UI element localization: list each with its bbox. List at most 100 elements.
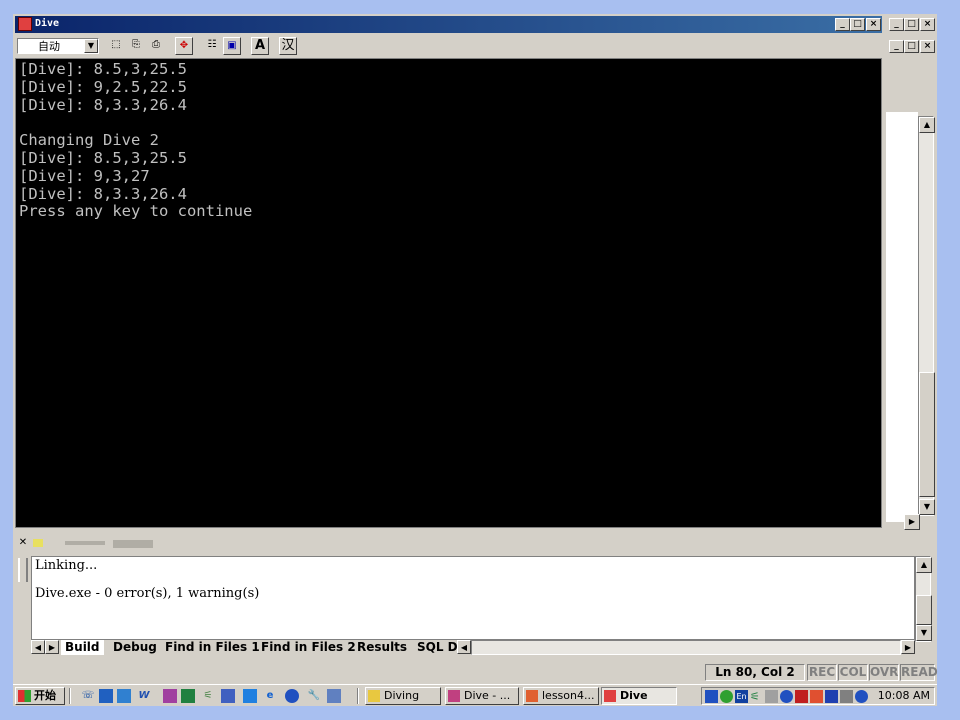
tray-app-icon[interactable] — [705, 690, 718, 703]
chevron-down-icon[interactable]: ▼ — [84, 39, 98, 53]
task-label: Diving — [384, 689, 420, 702]
font-size-select[interactable]: 自动 ▼ — [17, 38, 99, 54]
input-language-icon[interactable]: En — [735, 690, 748, 703]
console-toolbar: 自动 ▼ ⬚ ⎘ ⎙ ✥ ☷ ▣ A 汉 — [15, 35, 882, 57]
maximize-button[interactable]: □ — [850, 18, 865, 31]
start-button[interactable]: 开始 — [15, 687, 65, 705]
tray-app-icon[interactable] — [855, 690, 868, 703]
mark-icon[interactable]: ⬚ — [107, 37, 125, 55]
task-lesson4[interactable]: lesson4... — [523, 687, 599, 705]
copy-icon[interactable]: ⎘ — [127, 37, 145, 55]
tab-scroll-right-icon[interactable]: ▶ — [45, 640, 59, 654]
tray-app-icon[interactable] — [810, 690, 823, 703]
chinese-ime-icon[interactable]: 汉 — [279, 37, 297, 55]
folder-icon — [368, 690, 380, 702]
tray-app-icon[interactable] — [840, 690, 853, 703]
close-button[interactable]: × — [866, 18, 881, 31]
tab-results[interactable]: Results — [357, 640, 407, 655]
show-desktop-icon[interactable] — [117, 689, 131, 703]
quicklaunch-app-icon[interactable]: ⚟ — [201, 689, 215, 703]
mdi2-minimize-button[interactable]: _ — [889, 40, 904, 53]
build-output: Linking... Dive.exe - 0 error(s), 1 warn… — [35, 558, 260, 601]
system-tray: En ⚟ 10:08 AM — [701, 687, 935, 705]
console-title-bar[interactable]: Dive _ □ × — [15, 16, 882, 33]
hscroll-left-icon[interactable]: ◀ — [457, 640, 471, 654]
tray-app-icon[interactable] — [780, 690, 793, 703]
scroll-thumb[interactable] — [916, 595, 932, 625]
tab-build[interactable]: Build — [61, 640, 104, 655]
quicklaunch-app-icon[interactable] — [221, 689, 235, 703]
scroll-down-icon[interactable]: ▼ — [916, 625, 932, 641]
toolbar-grip-icon — [65, 541, 105, 545]
clock[interactable]: 10:08 AM — [878, 689, 930, 703]
editor-area[interactable] — [886, 112, 918, 522]
quicklaunch-app-icon[interactable] — [243, 689, 257, 703]
minimize-button[interactable]: _ — [835, 18, 850, 31]
output-text-area[interactable]: Linking... Dive.exe - 0 error(s), 1 warn… — [31, 556, 915, 640]
font-icon[interactable]: A — [251, 37, 269, 55]
mdi2-close-button[interactable]: × — [920, 40, 935, 53]
scroll-right-icon[interactable]: ▶ — [904, 514, 920, 530]
window-title: Dive — [35, 18, 60, 29]
background-icon[interactable]: ▣ — [223, 37, 241, 55]
word-icon[interactable]: W — [137, 689, 151, 703]
tab-sql-debugging[interactable]: SQL D — [417, 640, 458, 655]
scroll-down-icon[interactable]: ▼ — [919, 499, 935, 515]
scroll-thumb[interactable] — [919, 372, 935, 497]
quicklaunch-app-icon[interactable] — [285, 689, 299, 703]
toolbar-grip-icon — [113, 540, 153, 548]
tab-scroll-left-icon[interactable]: ◀ — [31, 640, 45, 654]
volume-icon[interactable]: ⚟ — [750, 690, 763, 703]
tab-find-in-files-1[interactable]: Find in Files 1 — [165, 640, 260, 655]
close-icon[interactable]: ✕ — [17, 537, 29, 549]
hscroll-right-icon[interactable]: ▶ — [901, 640, 915, 654]
quicklaunch-app-icon[interactable] — [327, 689, 341, 703]
mdi-restore-button[interactable]: □ — [904, 18, 919, 31]
tray-app-icon[interactable] — [765, 690, 778, 703]
task-label: Dive — [620, 689, 648, 702]
scroll-up-icon[interactable]: ▲ — [919, 117, 935, 133]
properties-icon[interactable]: ☷ — [203, 37, 221, 55]
status-col: COL — [838, 664, 868, 681]
quicklaunch-divider — [69, 688, 71, 704]
tasks-divider — [357, 688, 359, 704]
dock-grip[interactable] — [18, 558, 28, 582]
mdi-minimize-button[interactable]: _ — [889, 18, 904, 31]
tray-app-icon[interactable] — [825, 690, 838, 703]
tab-debug[interactable]: Debug — [113, 640, 157, 655]
start-label: 开始 — [34, 689, 56, 702]
tray-app-icon[interactable] — [795, 690, 808, 703]
editor-horizontal-scrollbar[interactable]: ▶ — [884, 514, 934, 530]
msdos-icon[interactable] — [18, 17, 32, 31]
mdi2-restore-button[interactable]: □ — [904, 40, 919, 53]
paste-icon[interactable]: ⎙ — [147, 37, 165, 55]
quicklaunch-app-icon[interactable]: ☏ — [81, 689, 95, 703]
scroll-up-icon[interactable]: ▲ — [916, 557, 932, 573]
font-size-value: 自动 — [38, 40, 60, 53]
msdos-icon — [604, 690, 616, 702]
task-label: lesson4... — [542, 689, 595, 702]
task-diving[interactable]: Diving — [365, 687, 441, 705]
output-tabs: ◀ ▶ Build Debug Find in Files 1 Find in … — [31, 640, 915, 656]
toolbar-grip-icon — [33, 539, 43, 547]
console-screen[interactable]: [Dive]: 8.5,3,25.5 [Dive]: 9,2.5,22.5 [D… — [15, 58, 882, 528]
output-vertical-scrollbar[interactable]: ▲ ▼ — [915, 556, 932, 642]
quicklaunch-app-icon[interactable] — [99, 689, 113, 703]
output-horizontal-scrollbar[interactable] — [471, 640, 901, 655]
mdi-close-button[interactable]: × — [920, 18, 935, 31]
internet-explorer-icon[interactable]: e — [263, 689, 277, 703]
status-ovr: OVR — [869, 664, 899, 681]
status-bar: Ln 80, Col 2 REC COL OVR READ — [13, 662, 938, 682]
taskbar: 开始 ☏ W ⚟ e 🔧 Diving Dive - ... lesson4..… — [13, 684, 937, 706]
quicklaunch-app-icon[interactable] — [163, 689, 177, 703]
quicklaunch-app-icon[interactable]: 🔧 — [307, 689, 321, 703]
tray-app-icon[interactable] — [720, 690, 733, 703]
task-dive-console[interactable]: Dive — [601, 687, 677, 705]
fullscreen-icon[interactable]: ✥ — [175, 37, 193, 55]
status-read: READ — [900, 664, 938, 681]
windows-logo-icon — [18, 690, 31, 702]
tab-find-in-files-2[interactable]: Find in Files 2 — [261, 640, 356, 655]
editor-vertical-scrollbar[interactable]: ▲ ▼ — [918, 116, 935, 516]
task-dive-ide[interactable]: Dive - ... — [445, 687, 519, 705]
excel-icon[interactable] — [181, 689, 195, 703]
